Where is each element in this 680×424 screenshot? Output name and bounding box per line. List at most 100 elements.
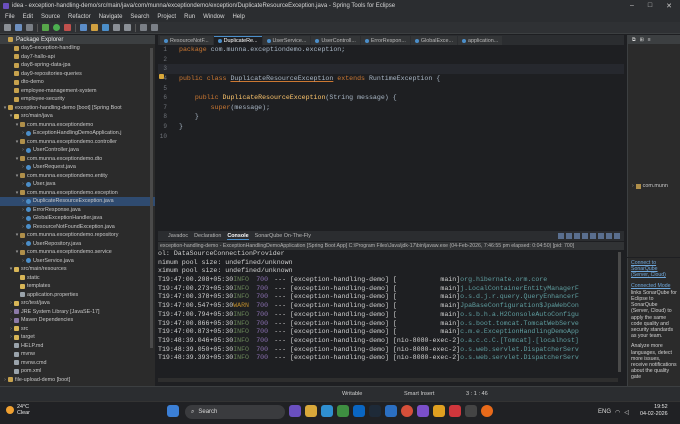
save-icon[interactable] (15, 24, 22, 31)
menu-item-run[interactable]: Run (184, 14, 195, 20)
scroll-lock-icon[interactable] (582, 233, 588, 239)
tree-item[interactable]: › src (0, 325, 155, 334)
tree-item[interactable]: ▾ src/main/resources (0, 265, 155, 274)
tree-item[interactable]: › ErrorResponse.java (0, 206, 155, 215)
run-icon[interactable] (53, 24, 60, 31)
search-icon[interactable] (124, 24, 131, 31)
tree-item[interactable]: ▾ com.munna.exceptiondemo.exception (0, 189, 155, 198)
save-all-icon[interactable] (26, 24, 33, 31)
back-icon[interactable] (140, 24, 147, 31)
tree-item[interactable]: pom.xml (0, 367, 155, 376)
menu-item-edit[interactable]: Edit (23, 14, 33, 20)
chevron-right-icon[interactable]: › (632, 183, 634, 189)
code-editor[interactable]: 1 package com.munna.exceptiondemo.excepti… (158, 45, 624, 218)
tree-item[interactable]: › UserService.java (0, 257, 155, 266)
tree-item[interactable]: templates (0, 282, 155, 291)
tree-item[interactable]: › User.java (0, 180, 155, 189)
console-output[interactable]: ol: DataSourceConnectionProvider nimum po… (158, 250, 624, 386)
terminal-icon[interactable] (465, 405, 477, 417)
console-tab-declaration[interactable]: Declaration (194, 233, 221, 239)
clock[interactable]: 19:52 04-02-2026 (640, 404, 668, 418)
tree-item[interactable]: ▾ com.munna.exceptiondemo (0, 121, 155, 130)
tree-item[interactable]: day8-spring-data-jpa (0, 61, 155, 70)
tree-item[interactable]: ▾ com.munna.exceptiondemo.entity (0, 172, 155, 181)
word-wrap-icon[interactable] (590, 233, 596, 239)
warning-marker-icon[interactable] (159, 74, 164, 79)
editor-tab[interactable]: ErrorRespon... (360, 36, 410, 45)
volume-icon[interactable]: ◁ (624, 409, 629, 416)
menu-item-search[interactable]: Search (130, 14, 149, 20)
tree-item[interactable]: static (0, 274, 155, 283)
code-line[interactable]: 2 (158, 55, 624, 65)
tree-item[interactable]: ▾ com.munna.exceptiondemo.controller (0, 138, 155, 147)
editor-tab[interactable]: UserControll... (311, 36, 360, 45)
maximize-icon[interactable]: □ (648, 2, 652, 10)
editor-tab[interactable]: GlobalExce... (410, 36, 457, 45)
tree-item[interactable]: mvnw (0, 350, 155, 359)
open-console-icon[interactable] (614, 233, 620, 239)
debug-icon[interactable] (42, 24, 49, 31)
chrome-icon[interactable] (401, 405, 413, 417)
tree-item[interactable]: › DuplicateResourceException.java (0, 197, 155, 206)
weather-widget[interactable]: 24°C Clear (6, 404, 30, 416)
tree-item[interactable]: dto-demo (0, 78, 155, 87)
store-icon[interactable] (337, 405, 349, 417)
taskbar-search[interactable]: ⌕ Search (185, 405, 285, 419)
tree-item[interactable]: HELP.md (0, 342, 155, 351)
new-icon[interactable] (4, 24, 11, 31)
steam-icon[interactable] (369, 405, 381, 417)
display-console-icon[interactable] (606, 233, 612, 239)
spring-tools-icon[interactable] (417, 405, 429, 417)
menu-item-window[interactable]: Window (203, 14, 224, 20)
tree-item[interactable]: employee-security (0, 95, 155, 104)
menu-item-refactor[interactable]: Refactor (68, 14, 91, 20)
console-tab-javadoc[interactable]: Javadoc (168, 233, 188, 239)
opera-icon[interactable] (449, 405, 461, 417)
tree-item[interactable]: › Maven Dependencies (0, 316, 155, 325)
editor-tab[interactable]: application... (457, 36, 503, 45)
console-horizontal-scrollbar[interactable] (158, 378, 618, 382)
outline-view-icon[interactable]: ⊞ (640, 37, 644, 43)
tree-item[interactable]: › file-upload-demo [boot] (0, 376, 155, 385)
code-line[interactable]: 4 public class DuplicateResourceException… (158, 74, 624, 84)
start-icon[interactable] (167, 405, 179, 417)
forward-icon[interactable] (151, 24, 158, 31)
tree-item[interactable]: ▾ com.munna.exceptiondemo.dto (0, 155, 155, 164)
code-line[interactable]: 10 (158, 131, 624, 141)
pin-console-icon[interactable] (598, 233, 604, 239)
code-line[interactable]: 5 (158, 83, 624, 93)
code-line[interactable]: 8 } (158, 112, 624, 122)
tree-item[interactable]: ▾ com.munna.exceptiondemo.service (0, 248, 155, 257)
console-tab-console[interactable]: Console (227, 233, 249, 240)
tree-item[interactable]: ▾ com.munna.exceptiondemo.repository (0, 231, 155, 240)
package-explorer-title[interactable]: Package Explorer (16, 37, 63, 43)
tree-item[interactable]: › ExceptionHandlingDemoApplication.j (0, 129, 155, 138)
tree-item[interactable]: day5-exception-handling (0, 44, 155, 53)
tree-item[interactable]: › JRE System Library [JavaSE-17] (0, 308, 155, 317)
tree-item[interactable]: › UserRepository.java (0, 240, 155, 249)
new-package-icon[interactable] (91, 24, 98, 31)
connect-sonarqube-link[interactable]: Connect to SonarQube (Server, Cloud) (631, 260, 677, 279)
external-tools-icon[interactable] (64, 24, 71, 31)
code-line[interactable]: 7 super(message); (158, 103, 624, 113)
app-icon[interactable] (481, 405, 493, 417)
console-scrollbar[interactable] (618, 252, 621, 372)
code-line[interactable]: 9} (158, 122, 624, 132)
tree-item[interactable]: mvnw.cmd (0, 359, 155, 368)
menu-item-source[interactable]: Source (41, 14, 60, 20)
editor-tab[interactable]: DuplicateRe... (213, 36, 262, 45)
tree-item[interactable]: › target (0, 333, 155, 342)
menu-item-project[interactable]: Project (157, 14, 176, 20)
tree-item[interactable]: ▾ exception-handling-demo [boot] [Spring … (0, 104, 155, 113)
outline-menu-icon[interactable]: ≡ (648, 37, 651, 43)
remove-launch-icon[interactable] (566, 233, 572, 239)
word-icon[interactable] (385, 405, 397, 417)
task-view-icon[interactable] (289, 405, 301, 417)
clear-console-icon[interactable] (574, 233, 580, 239)
tree-item[interactable]: application.properties (0, 291, 155, 300)
new-java-project-icon[interactable] (80, 24, 87, 31)
code-line[interactable]: 1 package com.munna.exceptiondemo.excepti… (158, 45, 624, 55)
editor-tab[interactable]: ResourceNotF... (160, 36, 213, 45)
code-line[interactable]: 3 (158, 64, 624, 74)
terminate-icon[interactable] (558, 233, 564, 239)
